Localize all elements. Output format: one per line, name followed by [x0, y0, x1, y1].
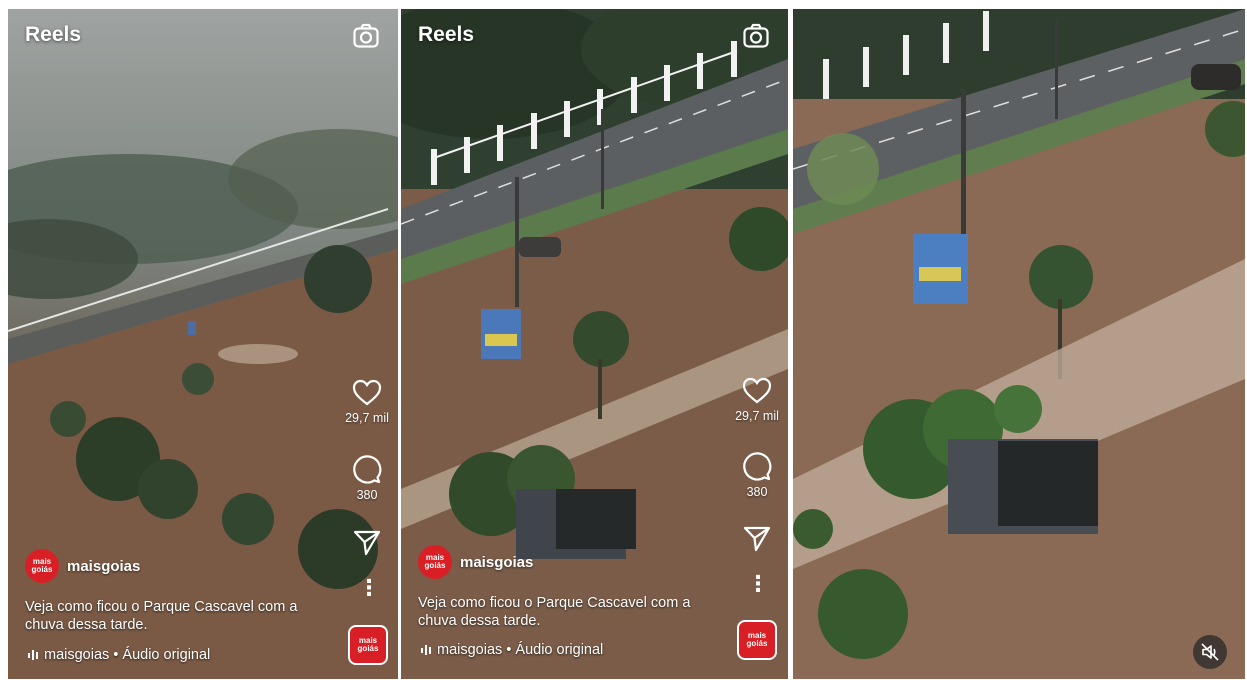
mute-icon[interactable]	[1193, 635, 1227, 669]
reel-screen-2: Reels 29,7 mil 380 ⋮ mais goiás maisgoia…	[401, 9, 788, 679]
audio-attribution[interactable]: maisgoias • Áudio original	[421, 642, 603, 658]
audio-thumbnail[interactable]: mais goiás	[737, 620, 777, 660]
post-caption[interactable]: Veja como ficou o Parque Cascavel com a …	[25, 598, 325, 634]
audio-label: maisgoias • Áudio original	[437, 642, 604, 658]
heart-icon[interactable]	[742, 377, 772, 405]
username[interactable]: maisgoias	[460, 554, 533, 571]
avatar[interactable]: mais goiás	[25, 549, 59, 583]
audio-label: maisgoias • Áudio original	[44, 647, 211, 663]
camera-icon[interactable]	[352, 22, 380, 50]
send-icon[interactable]	[743, 526, 771, 552]
comment-icon[interactable]	[352, 454, 382, 484]
comment-action[interactable]: 380	[734, 451, 780, 499]
comment-action[interactable]: 380	[344, 454, 390, 502]
post-author[interactable]: mais goiás maisgoias	[25, 549, 140, 583]
audio-wave-icon	[421, 645, 431, 655]
comment-icon[interactable]	[742, 451, 772, 481]
like-action[interactable]: 29,7 mil	[734, 377, 780, 423]
send-icon[interactable]	[353, 530, 381, 556]
avatar[interactable]: mais goiás	[418, 545, 452, 579]
more-vertical-icon[interactable]: ⋮	[747, 573, 769, 595]
audio-thumbnail[interactable]: mais goiás	[348, 625, 388, 665]
audio-attribution[interactable]: maisgoias • Áudio original	[28, 647, 210, 663]
audio-wave-icon	[28, 650, 38, 660]
like-action[interactable]: 29,7 mil	[344, 379, 390, 425]
heart-icon[interactable]	[352, 379, 382, 407]
comment-count: 380	[746, 485, 768, 499]
reels-title: Reels	[418, 23, 475, 46]
more-vertical-icon[interactable]: ⋮	[358, 577, 380, 599]
username[interactable]: maisgoias	[67, 558, 140, 575]
like-count: 29,7 mil	[735, 409, 779, 423]
flood-video-frame[interactable]	[793, 9, 1245, 679]
reel-screen-1: Reels 29,7 mil 380 ⋮ mais goiás maisgoia…	[8, 9, 398, 679]
comment-count: 380	[356, 488, 378, 502]
reels-title: Reels	[25, 23, 82, 46]
share-action[interactable]	[734, 526, 780, 552]
like-count: 29,7 mil	[345, 411, 389, 425]
camera-icon[interactable]	[742, 22, 770, 50]
post-caption[interactable]: Veja como ficou o Parque Cascavel com a …	[418, 594, 718, 630]
reel-screen-3	[793, 9, 1245, 679]
post-author[interactable]: mais goiás maisgoias	[418, 545, 533, 579]
share-action[interactable]	[344, 530, 390, 556]
